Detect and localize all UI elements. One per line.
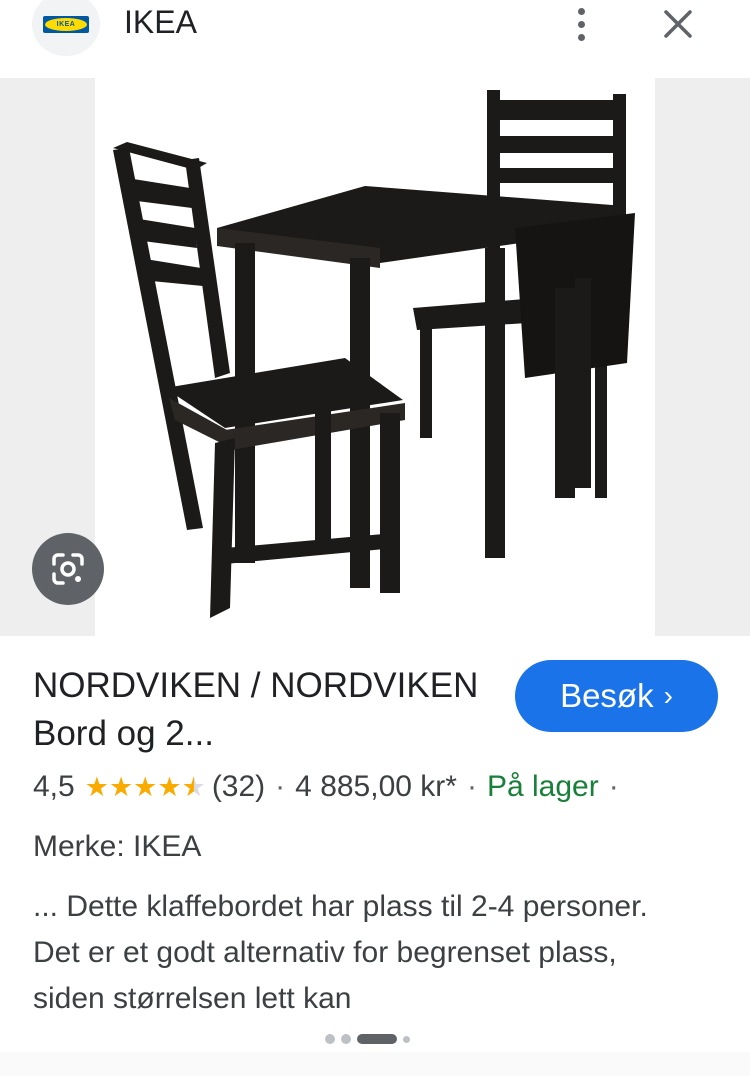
brand-label: Merke: IKEA <box>33 830 202 863</box>
product-title[interactable]: NORDVIKEN / NORDVIKEN Bord og 2... <box>33 662 503 758</box>
product-image-area <box>0 78 750 636</box>
ikea-logo-icon: IKEA <box>43 15 89 33</box>
half-star-icon: ★ <box>181 772 206 802</box>
product-meta: 4,5 ★ ★ ★ ★ ★ (32) · 4 885,00 kr* · På l… <box>33 770 629 804</box>
table-and-chairs-illustration <box>113 90 635 618</box>
star-icon: ★ <box>108 772 134 802</box>
review-count: (32) <box>211 770 266 803</box>
rating-value: 4,5 <box>33 770 75 803</box>
site-name: IKEA <box>124 4 197 40</box>
google-lens-button[interactable] <box>32 533 104 605</box>
more-vert-icon[interactable] <box>566 4 596 44</box>
separator: · <box>275 770 286 803</box>
visit-button[interactable]: Besøk › <box>515 660 718 732</box>
bottom-fade <box>0 1052 750 1076</box>
carousel-indicator <box>325 1034 410 1044</box>
star-icon: ★ <box>84 772 109 802</box>
stock-status: På lager <box>486 770 599 803</box>
separator: · <box>608 770 619 803</box>
site-logo: IKEA <box>32 0 100 56</box>
star-rating: ★ ★ ★ ★ ★ <box>85 772 206 802</box>
star-icon: ★ <box>157 772 182 802</box>
ikea-logo-text: IKEA <box>45 17 87 31</box>
visit-button-label: Besøk <box>560 677 654 714</box>
close-icon[interactable] <box>658 4 698 44</box>
header: IKEA IKEA <box>0 0 750 78</box>
google-lens-icon <box>52 553 84 585</box>
star-icon: ★ <box>133 772 158 802</box>
chevron-right-icon: › <box>663 680 673 711</box>
carousel-dot[interactable] <box>341 1034 351 1044</box>
product-description: ... Dette klaffebordet har plass til 2-4… <box>33 890 648 1012</box>
price: 4 885,00 kr* <box>295 770 457 803</box>
product-image[interactable] <box>95 78 655 636</box>
carousel-dot-active[interactable] <box>357 1034 397 1044</box>
carousel-dot[interactable] <box>403 1035 410 1043</box>
carousel-dot[interactable] <box>325 1034 335 1044</box>
separator: · <box>466 770 477 803</box>
